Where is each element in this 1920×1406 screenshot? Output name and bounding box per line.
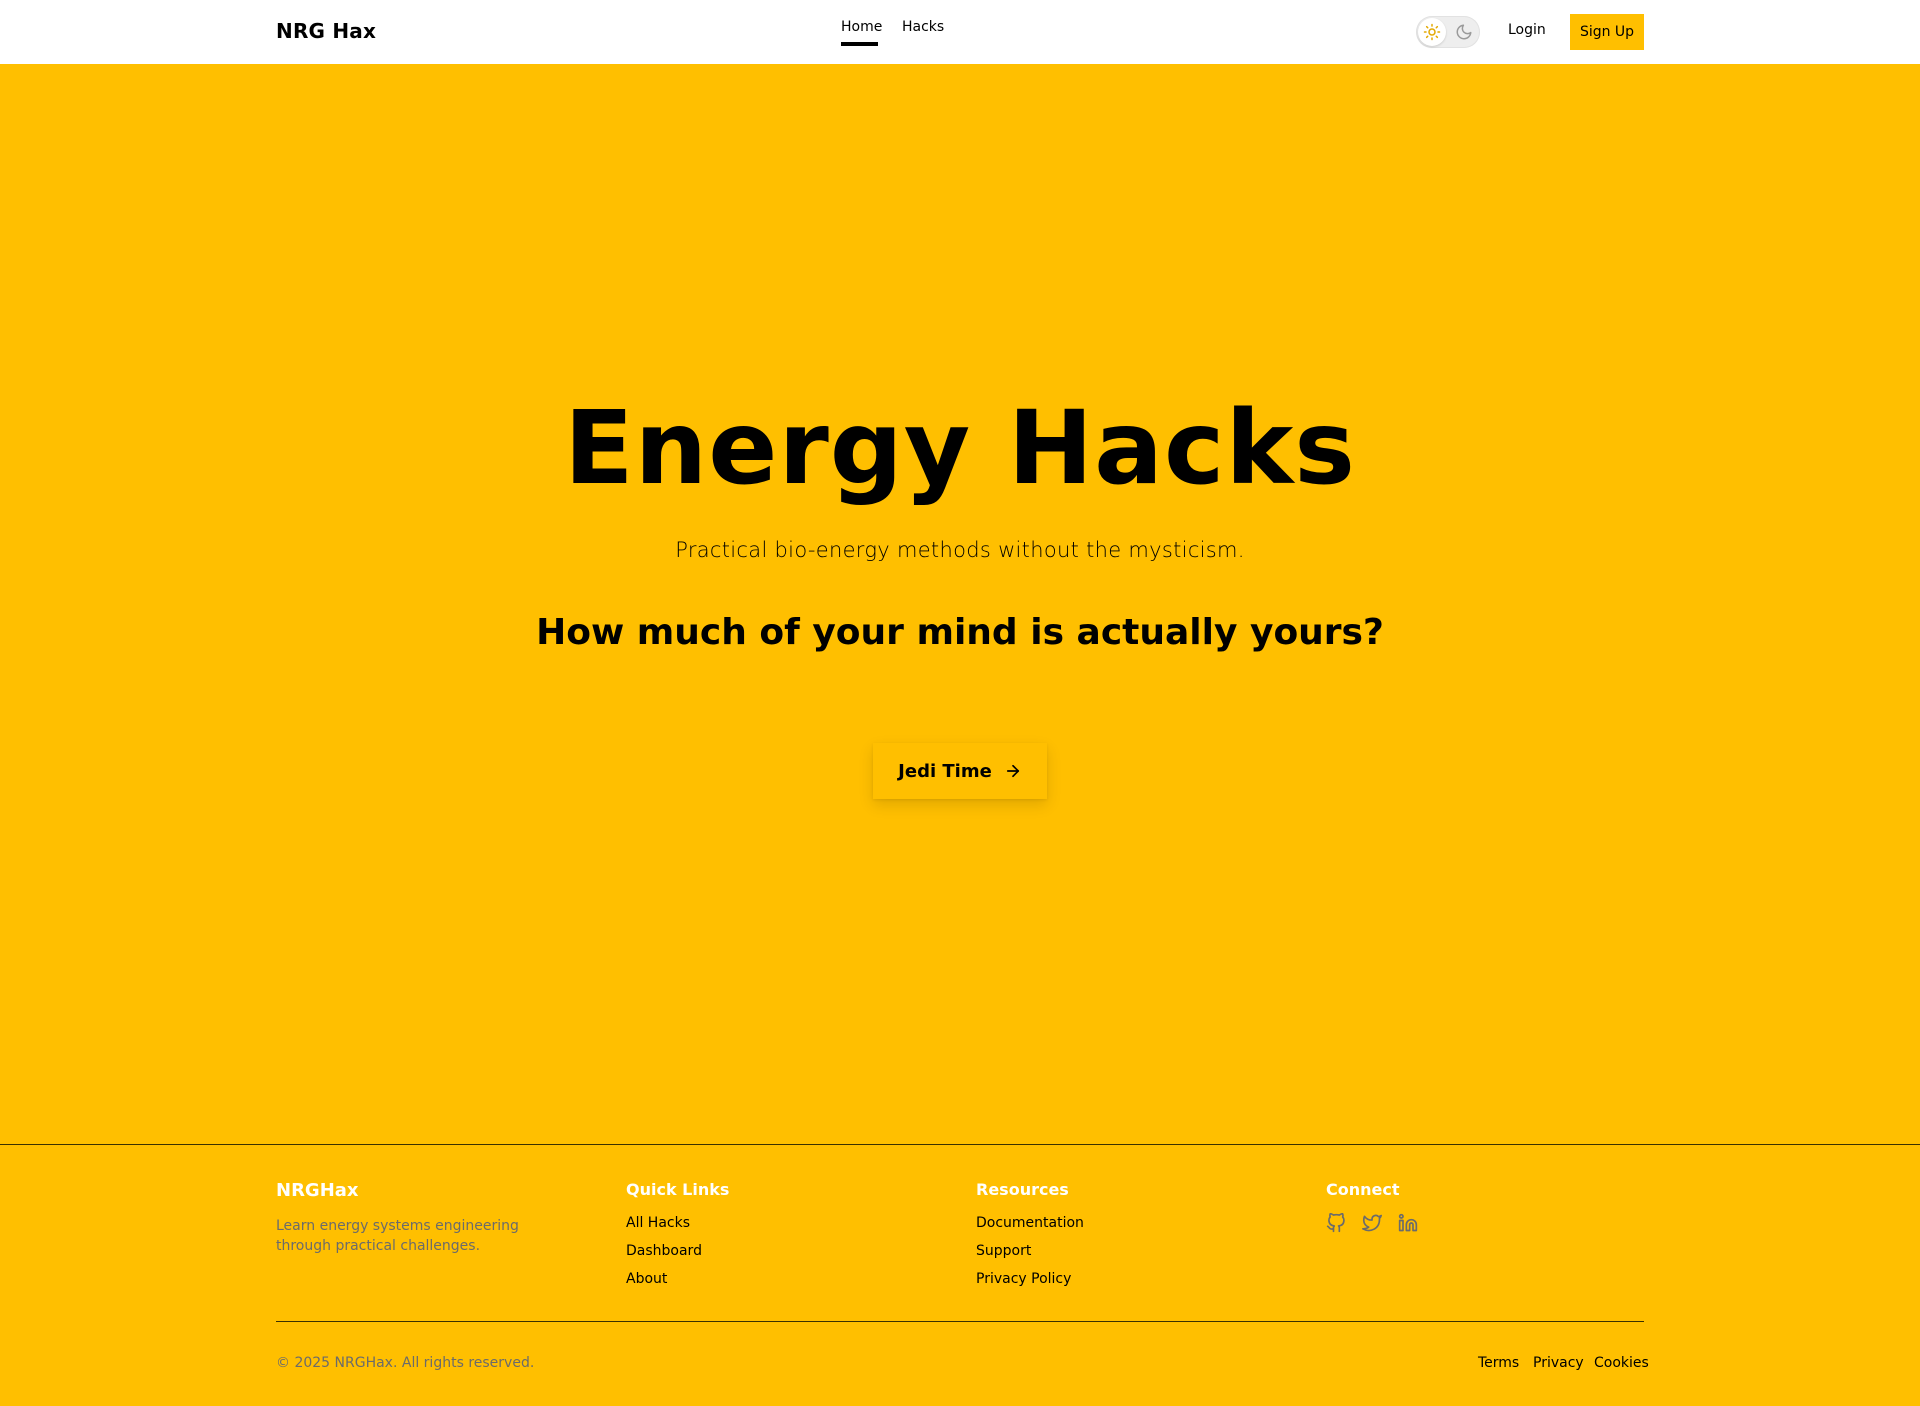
footer-link-dashboard[interactable]: Dashboard <box>626 1243 702 1259</box>
github-icon[interactable] <box>1326 1213 1346 1233</box>
moon-icon <box>1456 24 1472 40</box>
connect-heading: Connect <box>1326 1180 1400 1199</box>
cta-label: Jedi Time <box>898 760 992 782</box>
hero-question: How much of your mind is actually yours? <box>536 612 1384 653</box>
hero-title: Energy Hacks <box>564 389 1356 508</box>
top-navbar: NRG Hax Home Hacks Login Sign Up <box>0 0 1920 64</box>
footer-link-all-hacks[interactable]: All Hacks <box>626 1215 690 1231</box>
active-nav-indicator <box>841 42 878 46</box>
nav-link-home[interactable]: Home <box>841 19 882 35</box>
footer-link-terms[interactable]: Terms <box>1478 1355 1519 1371</box>
footer-brand: NRGHax <box>276 1180 359 1201</box>
twitter-icon[interactable] <box>1362 1213 1382 1233</box>
footer-tagline: Learn energy systems engineering through… <box>276 1218 519 1254</box>
site-footer: NRGHax Learn energy systems engineering … <box>0 1144 1920 1406</box>
theme-toggle[interactable] <box>1416 16 1480 48</box>
hero-section: Energy Hacks Practical bio-energy method… <box>0 64 1920 1144</box>
footer-link-cookies[interactable]: Cookies <box>1594 1355 1649 1371</box>
login-button[interactable]: Login <box>1508 22 1546 38</box>
footer-link-documentation[interactable]: Documentation <box>976 1215 1084 1231</box>
brand-logo[interactable]: NRG Hax <box>276 19 376 43</box>
footer-divider <box>276 1321 1644 1322</box>
arrow-right-icon <box>1006 764 1019 778</box>
footer-link-privacy[interactable]: Privacy <box>1533 1355 1584 1371</box>
sun-icon <box>1423 23 1441 41</box>
copyright-text: © 2025 NRGHax. All rights reserved. <box>276 1355 535 1371</box>
jedi-time-button[interactable]: Jedi Time <box>873 743 1047 799</box>
footer-link-about[interactable]: About <box>626 1271 667 1287</box>
nav-link-hacks[interactable]: Hacks <box>902 19 944 35</box>
linkedin-icon[interactable] <box>1398 1213 1418 1233</box>
quick-links-heading: Quick Links <box>626 1180 730 1199</box>
footer-link-privacy-policy[interactable]: Privacy Policy <box>976 1271 1071 1287</box>
signup-button[interactable]: Sign Up <box>1570 14 1644 50</box>
hero-subtitle: Practical bio-energy methods without the… <box>675 538 1245 562</box>
resources-heading: Resources <box>976 1180 1069 1199</box>
footer-link-support[interactable]: Support <box>976 1243 1031 1259</box>
